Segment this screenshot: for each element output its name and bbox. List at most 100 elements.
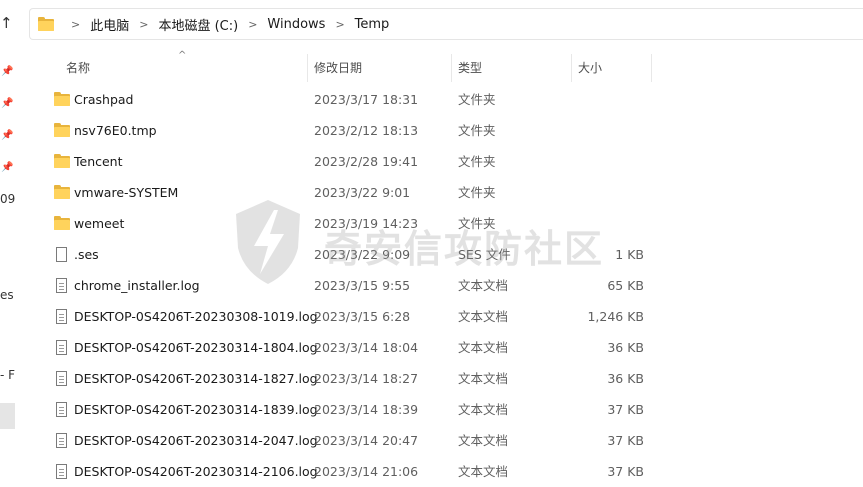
file-type: 文件夹 bbox=[458, 92, 496, 107]
file-row[interactable]: Crashpad 2023/3/17 18:31 文件夹 bbox=[40, 84, 663, 115]
file-type: 文件夹 bbox=[458, 123, 496, 138]
file-icon bbox=[54, 247, 70, 263]
column-header-size[interactable]: 大小 bbox=[578, 54, 602, 82]
column-divider[interactable] bbox=[651, 54, 652, 82]
file-name: DESKTOP-0S4206T-20230314-2047.log bbox=[74, 433, 318, 448]
text-file-icon bbox=[54, 433, 70, 449]
column-header-modified[interactable]: 修改日期 bbox=[314, 54, 362, 82]
file-name: wemeet bbox=[74, 216, 125, 231]
breadcrumb-this-pc[interactable]: 此电脑 bbox=[90, 15, 129, 34]
file-row[interactable]: chrome_installer.log 2023/3/15 9:55 文本文档 65… bbox=[40, 270, 663, 301]
file-name: DESKTOP-0S4206T-20230314-1839.log bbox=[74, 402, 318, 417]
folder-icon bbox=[54, 154, 70, 170]
chevron-right-icon[interactable]: > bbox=[71, 18, 80, 31]
file-size: 65 KB bbox=[607, 278, 644, 293]
file-row[interactable]: Tencent 2023/2/28 19:41 文件夹 bbox=[40, 146, 663, 177]
file-row[interactable]: DESKTOP-0S4206T-20230314-1827.log 2023/3/… bbox=[40, 363, 663, 394]
file-type: 文件夹 bbox=[458, 154, 496, 169]
file-row[interactable]: DESKTOP-0S4206T-20230308-1019.log 2023/3/… bbox=[40, 301, 663, 332]
file-size bbox=[540, 208, 644, 239]
file-modified-date: 2023/3/14 18:04 bbox=[314, 340, 419, 355]
pin-icon[interactable]: 📌 bbox=[1, 66, 13, 78]
file-size bbox=[540, 146, 644, 177]
file-type: 文本文档 bbox=[458, 433, 509, 448]
file-size bbox=[540, 84, 644, 115]
pin-icon[interactable]: 📌 bbox=[1, 162, 13, 174]
sort-ascending-icon: ^ bbox=[178, 50, 187, 61]
file-name: DESKTOP-0S4206T-20230314-2106.log bbox=[74, 464, 318, 479]
file-row[interactable]: DESKTOP-0S4206T-20230314-2106.log 2023/3/… bbox=[40, 456, 663, 487]
column-divider[interactable] bbox=[307, 54, 308, 82]
text-file-icon bbox=[54, 278, 70, 294]
file-row[interactable]: DESKTOP-0S4206T-20230314-2047.log 2023/3/… bbox=[40, 425, 663, 456]
file-modified-date: 2023/3/15 6:28 bbox=[314, 309, 411, 324]
file-row[interactable]: nsv76E0.tmp 2023/2/12 18:13 文件夹 bbox=[40, 115, 663, 146]
text-file-icon bbox=[54, 464, 70, 480]
file-modified-date: 2023/3/15 9:55 bbox=[314, 278, 411, 293]
column-divider[interactable] bbox=[451, 54, 452, 82]
text-file-icon bbox=[54, 309, 70, 325]
text-file-icon bbox=[54, 371, 70, 387]
file-modified-date: 2023/2/12 18:13 bbox=[314, 123, 419, 138]
file-size: 1 KB bbox=[615, 247, 644, 262]
file-size: 37 KB bbox=[607, 433, 644, 448]
chevron-right-icon[interactable]: > bbox=[139, 18, 148, 31]
folder-icon bbox=[38, 17, 55, 31]
file-size: 37 KB bbox=[607, 464, 644, 479]
breadcrumb-local-disk[interactable]: 本地磁盘 (C:) bbox=[158, 15, 238, 34]
file-row[interactable]: vmware-SYSTEM 2023/3/22 9:01 文件夹 bbox=[40, 177, 663, 208]
nav-selected-item[interactable] bbox=[0, 403, 15, 429]
file-type: 文件夹 bbox=[458, 216, 496, 231]
file-type: 文本文档 bbox=[458, 340, 509, 355]
file-row[interactable]: DESKTOP-0S4206T-20230314-1839.log 2023/3/… bbox=[40, 394, 663, 425]
chevron-right-icon[interactable]: > bbox=[248, 18, 257, 31]
file-name: chrome_installer.log bbox=[74, 278, 200, 293]
file-modified-date: 2023/2/28 19:41 bbox=[314, 154, 419, 169]
file-name: Tencent bbox=[74, 154, 123, 169]
nav-item-fragment[interactable]: es bbox=[0, 288, 14, 302]
address-strip: ↑ > 此电脑 > 本地磁盘 (C:) > Windows > Temp bbox=[0, 0, 863, 50]
file-modified-date: 2023/3/22 9:01 bbox=[314, 185, 411, 200]
file-modified-date: 2023/3/14 18:27 bbox=[314, 371, 419, 386]
navigation-pane: 📌 📌 📌 📌 09 es - F bbox=[0, 50, 17, 485]
text-file-icon bbox=[54, 340, 70, 356]
file-size bbox=[540, 177, 644, 208]
file-modified-date: 2023/3/14 18:39 bbox=[314, 402, 419, 417]
file-type: 文本文档 bbox=[458, 278, 509, 293]
breadcrumb-windows[interactable]: Windows bbox=[267, 17, 325, 32]
folder-icon bbox=[54, 185, 70, 201]
file-type: 文本文档 bbox=[458, 309, 509, 324]
nav-item-fragment[interactable]: 09 bbox=[0, 192, 15, 206]
file-modified-date: 2023/3/22 9:09 bbox=[314, 247, 411, 262]
file-type: 文本文档 bbox=[458, 464, 509, 479]
file-size: 36 KB bbox=[607, 371, 644, 386]
file-row[interactable]: DESKTOP-0S4206T-20230314-1804.log 2023/3/… bbox=[40, 332, 663, 363]
file-name: DESKTOP-0S4206T-20230314-1827.log bbox=[74, 371, 318, 386]
file-row[interactable]: wemeet 2023/3/19 14:23 文件夹 bbox=[40, 208, 663, 239]
file-modified-date: 2023/3/19 14:23 bbox=[314, 216, 419, 231]
pin-icon[interactable]: 📌 bbox=[1, 130, 13, 142]
breadcrumb-temp[interactable]: Temp bbox=[355, 17, 390, 32]
file-modified-date: 2023/3/14 20:47 bbox=[314, 433, 419, 448]
file-size: 1,246 KB bbox=[587, 309, 644, 324]
up-arrow-icon[interactable]: ↑ bbox=[0, 14, 16, 34]
file-name: Crashpad bbox=[74, 92, 134, 107]
column-header-name[interactable]: 名称 bbox=[66, 54, 90, 82]
file-name: .ses bbox=[74, 247, 99, 262]
column-divider[interactable] bbox=[571, 54, 572, 82]
address-bar[interactable]: > 此电脑 > 本地磁盘 (C:) > Windows > Temp bbox=[29, 8, 863, 40]
file-type: 文本文档 bbox=[458, 402, 509, 417]
file-modified-date: 2023/3/17 18:31 bbox=[314, 92, 419, 107]
file-row[interactable]: .ses 2023/3/22 9:09 SES 文件 1 KB bbox=[40, 239, 663, 270]
text-file-icon bbox=[54, 402, 70, 418]
pin-icon[interactable]: 📌 bbox=[1, 98, 13, 110]
file-size: 37 KB bbox=[607, 402, 644, 417]
nav-item-fragment[interactable]: - F bbox=[0, 368, 15, 382]
file-name: DESKTOP-0S4206T-20230314-1804.log bbox=[74, 340, 318, 355]
chevron-right-icon[interactable]: > bbox=[335, 18, 344, 31]
file-modified-date: 2023/3/14 21:06 bbox=[314, 464, 419, 479]
file-type: 文件夹 bbox=[458, 185, 496, 200]
column-header-type[interactable]: 类型 bbox=[458, 54, 482, 82]
folder-icon bbox=[54, 123, 70, 139]
file-name: DESKTOP-0S4206T-20230308-1019.log bbox=[74, 309, 318, 324]
